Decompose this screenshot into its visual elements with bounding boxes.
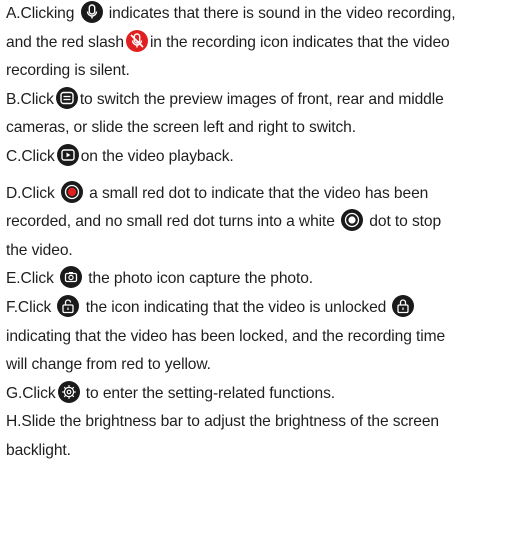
line-f2: indicating that the video has been locke… — [6, 327, 446, 345]
line-d3: the video. — [6, 241, 73, 259]
line-a1: A.Clicking indicates that there is sound… — [6, 0, 511, 29]
photo-camera-icon — [60, 266, 83, 289]
microphone-icon — [80, 1, 103, 23]
line-a2: and the red slash in the recording icon … — [6, 29, 511, 58]
camera-switch-icon — [55, 86, 78, 109]
line-b1: B.Click to switch the preview images of … — [6, 86, 511, 115]
microphone-muted-icon — [125, 29, 148, 52]
line-b2: cameras, or slide the screen left and ri… — [6, 119, 356, 137]
line-d2: recorded, and no small red dot turns int… — [6, 208, 511, 237]
unlocked-icon — [57, 294, 80, 317]
line-c1: C.Click on the video playback. — [6, 143, 511, 172]
stop-white-dot-icon — [341, 209, 364, 232]
line-g1: G.Click to enter the setting-related fun… — [6, 380, 511, 409]
line-f1: F.Click the icon indicating that the vid… — [6, 294, 511, 323]
line-a3: recording is silent. — [6, 62, 130, 80]
playback-icon — [56, 143, 79, 166]
line-h1: H.Slide the brightness bar to adjust the… — [6, 413, 439, 431]
line-d1: D.Click a small red dot to indicate that… — [6, 180, 511, 209]
instruction-document: A.Clicking indicates that there is sound… — [6, 0, 511, 466]
line-h2: backlight. — [6, 441, 71, 459]
settings-gear-icon — [57, 380, 80, 403]
line-f3: will change from red to yellow. — [6, 356, 211, 374]
record-red-dot-icon — [60, 180, 83, 203]
line-e1: E.Click the photo icon capture the photo… — [6, 265, 511, 294]
locked-icon — [392, 294, 415, 317]
